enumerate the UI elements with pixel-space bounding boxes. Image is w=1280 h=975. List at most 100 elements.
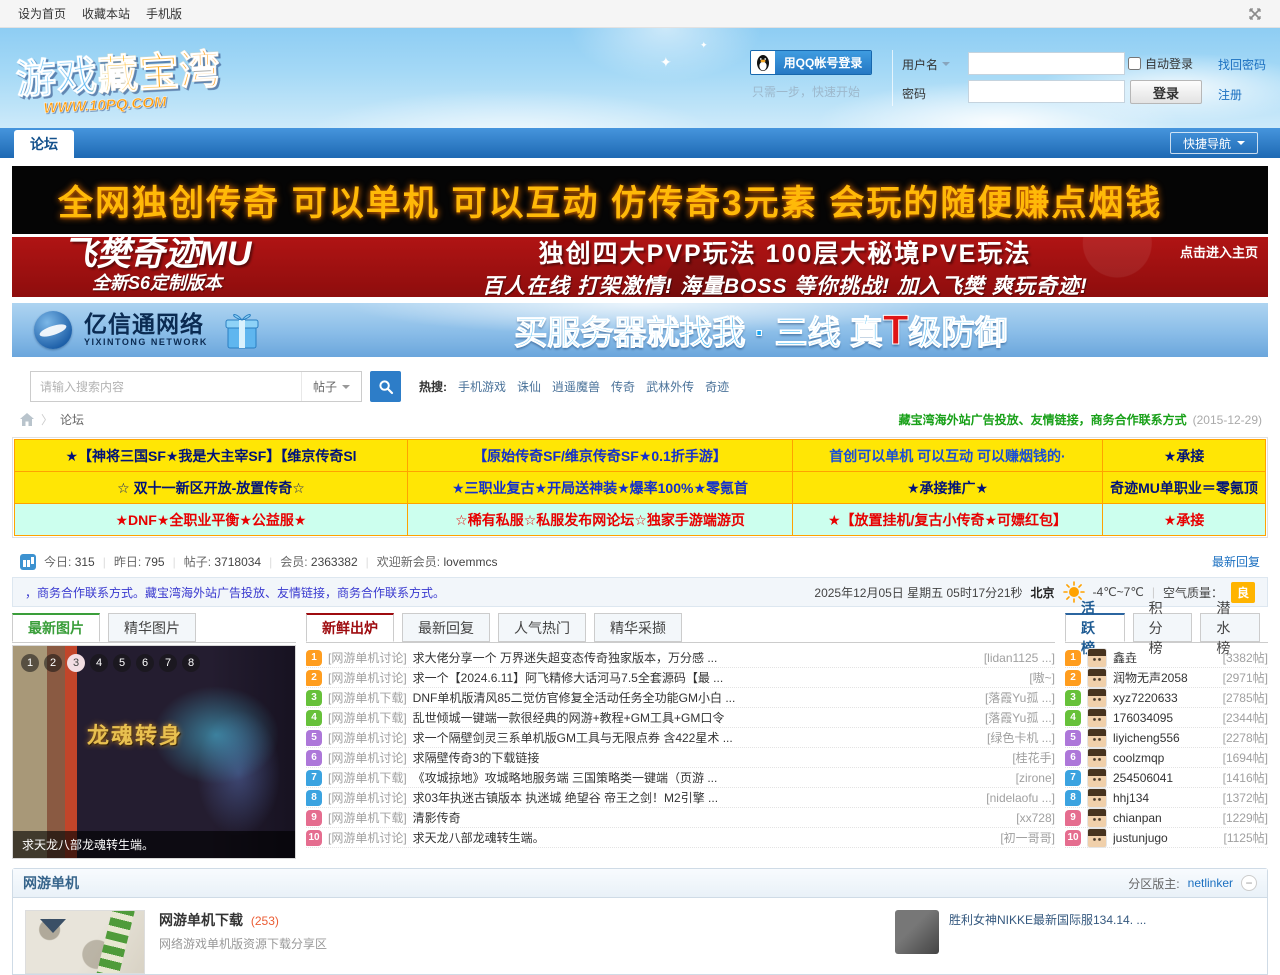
username-dropdown-caret[interactable] (942, 62, 950, 70)
new-member-link[interactable]: lovemmcs (443, 555, 497, 569)
avatar[interactable] (1087, 748, 1107, 768)
thread-category[interactable]: [网游单机讨论] (328, 789, 407, 806)
avatar[interactable] (1087, 828, 1107, 848)
bookmark-site-link[interactable]: 收藏本站 (82, 5, 130, 22)
login-button[interactable]: 登录 (1130, 80, 1202, 104)
avatar[interactable] (1087, 708, 1107, 728)
announcement-marquee-link[interactable]: ，商务合作联系方式。藏宝湾海外站广告投放、友情链接，商务合作联系方式。 (25, 584, 445, 601)
thread-category[interactable]: [网游单机下载] (328, 689, 407, 706)
thread-category[interactable]: [网游单机讨论] (328, 829, 407, 846)
thread-author[interactable]: [初一哥哥] (1000, 829, 1055, 846)
avatar[interactable] (1087, 768, 1107, 788)
thread-thumbnail[interactable] (895, 910, 939, 954)
latest-reply-link[interactable]: 最新回复 (1212, 553, 1260, 570)
mobile-version-link[interactable]: 手机版 (146, 5, 182, 22)
carousel-page-dot[interactable]: 4 (90, 654, 108, 672)
avatar[interactable] (1087, 648, 1107, 668)
quick-nav-button[interactable]: 快捷导航 (1170, 132, 1258, 154)
user-name-link[interactable]: 254506041 (1113, 771, 1217, 785)
username-input[interactable] (968, 52, 1125, 75)
carousel-caption[interactable]: 求天龙八部龙魂转生端。 (13, 831, 295, 858)
thread-title-link[interactable]: DNF单机版清风85二觉仿官修复全活动任务全功能GM小白 ... (413, 689, 979, 706)
auto-login-option[interactable]: 自动登录 (1128, 55, 1193, 72)
overseas-ad-contact-link[interactable]: 藏宝湾海外站广告投放、友情链接，商务合作联系方式 (899, 411, 1187, 428)
thread-category[interactable]: [网游单机下载] (328, 769, 407, 786)
thread-title-link[interactable]: 求一个【2024.6.11】阿飞精修大话河马7.5全套源码【最 ... (413, 669, 1024, 686)
tab-fresh-threads[interactable]: 新鲜出炉 (306, 613, 394, 642)
tab-credit-rank[interactable]: 积分榜 (1133, 613, 1193, 642)
password-input[interactable] (968, 80, 1125, 103)
thread-title-link[interactable]: 乱世倾城一键端一款很经典的网游+教程+GM工具+GM口令 (413, 709, 979, 726)
ad-cell[interactable]: ★【放置挂机/复古小传奇★可嫖红包】 (792, 503, 1103, 536)
tab-featured-images[interactable]: 精华图片 (108, 613, 196, 642)
ad-cell[interactable]: ★【神将三国SF★我是大主宰SF】【维京传奇Sl (14, 439, 408, 472)
hot-search-link[interactable]: 诛仙 (517, 378, 541, 395)
thread-author[interactable]: [zirone] (1016, 771, 1055, 785)
register-link[interactable]: 注册 (1218, 86, 1242, 103)
user-name-link[interactable]: 润物无声2058 (1113, 669, 1217, 686)
avatar[interactable] (1087, 788, 1107, 808)
search-scope-dropdown[interactable]: 帖子 (301, 372, 361, 401)
breadcrumb-forum-link[interactable]: 论坛 (60, 411, 84, 428)
avatar[interactable] (1087, 668, 1107, 688)
ad-banner-black[interactable]: 全网独创传奇 可以单机 可以互动 仿传奇3元素 会玩的随便赚点烟钱 (12, 166, 1268, 234)
user-name-link[interactable]: 176034095 (1113, 711, 1217, 725)
qq-login-button[interactable]: 用QQ帐号登录 (750, 50, 872, 75)
ad-cell[interactable]: ☆稀有私服☆私服发布网论坛☆独家手游端游页 (407, 503, 793, 536)
thread-category[interactable]: [网游单机讨论] (328, 749, 407, 766)
thread-title-link[interactable]: 求隔壁传奇3的下载链接 (413, 749, 1007, 766)
forum-category-title[interactable]: 网游单机 (23, 873, 79, 893)
ad-cell[interactable]: 奇迹MU单职业＝零氪顶 (1102, 471, 1266, 504)
carousel-page-dot[interactable]: 8 (182, 654, 200, 672)
carousel-page-dot[interactable]: 1 (21, 654, 39, 672)
avatar[interactable] (1087, 688, 1107, 708)
ad-cell[interactable]: ★DNF★全职业平衡★公益服★ (14, 503, 408, 536)
hot-search-link[interactable]: 奇迹 (705, 378, 729, 395)
search-input[interactable] (31, 380, 301, 394)
hot-search-link[interactable]: 逍遥魔兽 (552, 378, 600, 395)
thread-title-link[interactable]: 《攻城掠地》攻城略地服务端 三国策略类一键端（页游 ... (413, 769, 1010, 786)
user-name-link[interactable]: coolzmqp (1113, 751, 1217, 765)
tab-latest-images[interactable]: 最新图片 (12, 613, 100, 642)
ad-cell[interactable]: 首创可以单机 可以互动 可以赚烟钱的· (792, 439, 1103, 472)
tab-popular[interactable]: 人气热门 (498, 613, 586, 642)
thread-author[interactable]: [绿色卡机 ...] (987, 729, 1055, 746)
user-name-link[interactable]: hhj134 (1113, 791, 1217, 805)
thread-category[interactable]: [网游单机讨论] (328, 649, 407, 666)
ad-banner-blue[interactable]: 亿信通网络 YIXINTONG NETWORK 买服务器就找我 · 三线 真T级… (12, 303, 1268, 357)
ad-banner-red[interactable]: 飞樊奇迹MU 全新S6定制版本 独创四大PVP玩法 100层大秘境PVE玩法 百… (12, 237, 1268, 297)
avatar[interactable] (1087, 728, 1107, 748)
moderator-link[interactable]: netlinker (1188, 876, 1233, 890)
set-homepage-link[interactable]: 设为首页 (18, 5, 66, 22)
thread-category[interactable]: [网游单机讨论] (328, 669, 407, 686)
thread-category[interactable]: [网游单机下载] (328, 809, 407, 826)
ad-cell[interactable]: ★承接 (1102, 439, 1266, 472)
thread-author[interactable]: [桂花手] (1012, 749, 1055, 766)
ad-cell[interactable]: ☆ 双十一新区开放-放置传奇☆ (14, 471, 408, 504)
carousel-page-dot[interactable]: 5 (113, 654, 131, 672)
thread-title-link[interactable]: 求大佬分享一个 万界迷失超变态传奇独家版本，万分感 ... (413, 649, 978, 666)
thread-category[interactable]: [网游单机讨论] (328, 729, 407, 746)
carousel-page-dot[interactable]: 6 (136, 654, 154, 672)
collapse-section-button[interactable]: − (1241, 875, 1257, 891)
thread-author[interactable]: [lidan1125 ...] (984, 651, 1055, 665)
thread-title-link[interactable]: 求一个隔壁剑灵三系单机版GM工具与无限点券 含422星术 ... (413, 729, 981, 746)
avatar[interactable] (1087, 808, 1107, 828)
thread-author[interactable]: [落霞Yu孤 ...] (985, 709, 1055, 726)
ad-cell[interactable]: 【原始传奇SF/维京传奇SF★0.1折手游】 (407, 439, 793, 472)
tab-featured[interactable]: 精华采撷 (594, 613, 682, 642)
auto-login-checkbox[interactable] (1128, 57, 1141, 70)
thread-title-link[interactable]: 求天龙八部龙魂转生端。 (413, 829, 995, 846)
home-icon[interactable] (20, 413, 34, 426)
forum-link[interactable]: 网游单机下载 (159, 912, 243, 928)
thread-author[interactable]: [nidelaofu ...] (986, 791, 1055, 805)
nav-tab-forum[interactable]: 论坛 (14, 130, 74, 158)
site-logo[interactable]: 游戏藏宝湾 WWW.10PQ.COM (14, 37, 222, 119)
hot-search-link[interactable]: 手机游戏 (458, 378, 506, 395)
ad-banner-red-cta[interactable]: 点击进入主页 (1180, 242, 1258, 261)
thread-author[interactable]: [xx728] (1016, 811, 1055, 825)
user-name-link[interactable]: liyicheng556 (1113, 731, 1217, 745)
thread-author[interactable]: [嗷~] (1029, 669, 1055, 686)
ad-cell[interactable]: ★承接推广★ (792, 471, 1103, 504)
user-name-link[interactable]: justunjugo (1113, 831, 1218, 845)
